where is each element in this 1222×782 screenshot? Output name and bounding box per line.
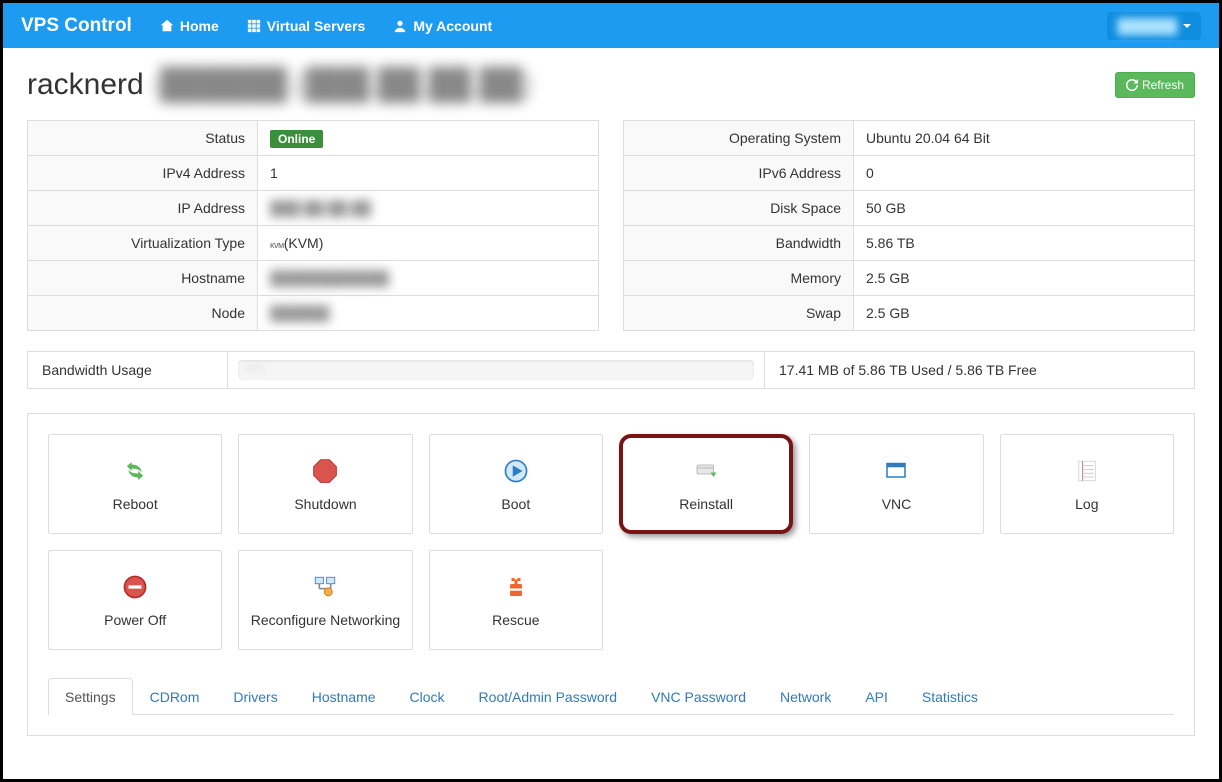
nav-account-label: My Account (413, 18, 492, 34)
rescue-label: Rescue (492, 612, 539, 628)
reboot-icon (120, 456, 150, 486)
log-icon (1072, 456, 1102, 486)
boot-icon (501, 456, 531, 486)
chevron-down-icon (1183, 24, 1191, 28)
virt-value: ᴋᴠᴍ(KVM) (258, 226, 599, 261)
tab-clock[interactable]: Clock (393, 678, 462, 715)
nav-home-label: Home (180, 18, 219, 34)
vnc-button[interactable]: VNC (809, 434, 983, 534)
disk-value: 50 GB (854, 191, 1195, 226)
actions-panel: Reboot Shutdown Boot Reinstall VNC Log (27, 413, 1195, 736)
network-icon (310, 572, 340, 602)
nav-home[interactable]: Home (160, 18, 219, 34)
reboot-button[interactable]: Reboot (48, 434, 222, 534)
boot-label: Boot (501, 496, 530, 512)
brand[interactable]: VPS Control (21, 15, 132, 37)
os-value: Ubuntu 20.04 64 Bit (854, 121, 1195, 156)
tab-drivers[interactable]: Drivers (216, 678, 294, 715)
bandwidth-text: 17.41 MB of 5.86 TB Used / 5.86 TB Free (764, 352, 1194, 388)
log-button[interactable]: Log (1000, 434, 1174, 534)
vnc-label: VNC (882, 496, 912, 512)
log-label: Log (1075, 496, 1098, 512)
user-icon (393, 19, 407, 33)
ipv6-label: IPv6 Address (624, 156, 854, 191)
user-name: ██████ (1117, 18, 1177, 34)
shutdown-icon (310, 456, 340, 486)
refresh-icon (1126, 79, 1138, 91)
tab-vnc-password[interactable]: VNC Password (634, 678, 763, 715)
tab-settings[interactable]: Settings (48, 678, 133, 715)
nav-account[interactable]: My Account (393, 18, 492, 34)
swap-value: 2.5 GB (854, 296, 1195, 331)
os-label: Operating System (624, 121, 854, 156)
ipv6-value: 0 (854, 156, 1195, 191)
tab-statistics[interactable]: Statistics (905, 678, 995, 715)
node-label: Node (28, 296, 258, 331)
server-info-right: Operating SystemUbuntu 20.04 64 Bit IPv6… (623, 120, 1195, 331)
refresh-label: Refresh (1142, 78, 1184, 92)
settings-tabs: Settings CDRom Drivers Hostname Clock Ro… (48, 678, 1174, 715)
boot-button[interactable]: Boot (429, 434, 603, 534)
tab-hostname[interactable]: Hostname (295, 678, 393, 715)
nav-servers[interactable]: Virtual Servers (247, 18, 366, 34)
poweroff-label: Power Off (104, 612, 166, 628)
tab-network[interactable]: Network (763, 678, 848, 715)
reboot-label: Reboot (113, 496, 158, 512)
bandwidth-usage-row: Bandwidth Usage 0% 17.41 MB of 5.86 TB U… (27, 351, 1195, 389)
ipv4-value: 1 (258, 156, 599, 191)
nav-servers-label: Virtual Servers (267, 18, 366, 34)
hostname-label: Hostname (28, 261, 258, 296)
status-badge: Online (270, 130, 323, 148)
hostname-value: ████████████ (258, 261, 599, 296)
refresh-button[interactable]: Refresh (1115, 72, 1195, 98)
status-label: Status (28, 121, 258, 156)
ip-label: IP Address (28, 191, 258, 226)
mem-value: 2.5 GB (854, 261, 1195, 296)
ip-value: ███.██.██.██ (258, 191, 599, 226)
grid-icon (247, 19, 261, 33)
mem-label: Memory (624, 261, 854, 296)
reinstall-button[interactable]: Reinstall (619, 434, 793, 534)
shutdown-label: Shutdown (294, 496, 356, 512)
navbar: VPS Control Home Virtual Servers My Acco… (3, 3, 1219, 48)
page-title: racknerd-██████ (███.██.██.██) (27, 68, 532, 102)
home-icon (160, 19, 174, 33)
swap-label: Swap (624, 296, 854, 331)
rescue-button[interactable]: Rescue (429, 550, 603, 650)
tab-cdrom[interactable]: CDRom (133, 678, 217, 715)
tab-root-password[interactable]: Root/Admin Password (462, 678, 635, 715)
node-value: ██████ (258, 296, 599, 331)
bw-value: 5.86 TB (854, 226, 1195, 261)
bandwidth-label: Bandwidth Usage (28, 352, 228, 388)
virt-label: Virtualization Type (28, 226, 258, 261)
reconfigure-networking-label: Reconfigure Networking (251, 612, 400, 628)
server-info-left: StatusOnline IPv4 Address1 IP Address███… (27, 120, 599, 331)
reinstall-label: Reinstall (679, 496, 733, 512)
ipv4-label: IPv4 Address (28, 156, 258, 191)
poweroff-button[interactable]: Power Off (48, 550, 222, 650)
bandwidth-progress: 0% (238, 360, 754, 380)
tab-api[interactable]: API (848, 678, 905, 715)
user-dropdown[interactable]: ██████ (1107, 12, 1201, 40)
vnc-icon (881, 456, 911, 486)
reinstall-icon (691, 456, 721, 486)
reconfigure-networking-button[interactable]: Reconfigure Networking (238, 550, 412, 650)
disk-label: Disk Space (624, 191, 854, 226)
poweroff-icon (120, 572, 150, 602)
shutdown-button[interactable]: Shutdown (238, 434, 412, 534)
rescue-icon (501, 572, 531, 602)
bw-label: Bandwidth (624, 226, 854, 261)
